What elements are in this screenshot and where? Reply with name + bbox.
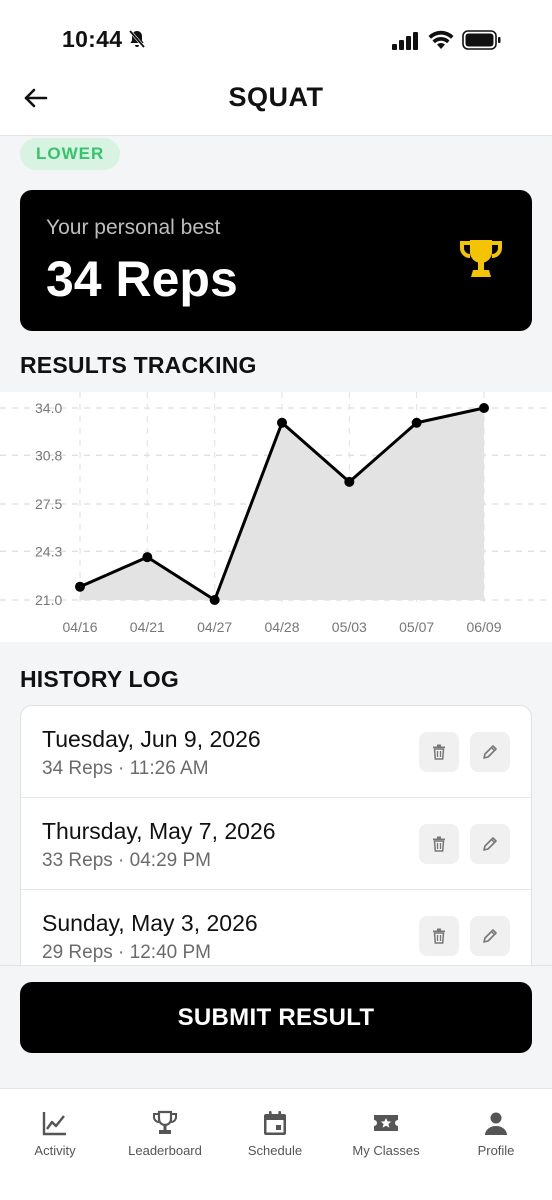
personal-best-label: Your personal best [46, 216, 221, 239]
cellular-signal-icon [392, 32, 418, 50]
tab-leaderboard[interactable]: Leaderboard [110, 1109, 220, 1169]
chart-x-tick-label: 04/16 [62, 619, 97, 635]
history-entry: Sunday, May 3, 2026 29 Reps · 12:40 PM [21, 890, 531, 965]
chart-x-tick-label: 05/03 [332, 619, 367, 635]
personal-best-value: 34 Reps [46, 251, 238, 307]
chart-y-tick-label: 30.8 [35, 447, 62, 463]
tab-label: My Classes [352, 1143, 420, 1158]
results-chart: 34.0 30.8 27.5 24.3 21.0 04/16 04/21 04/27 04/2… [0, 392, 552, 642]
person-icon [485, 1112, 507, 1135]
tab-label: Activity [34, 1143, 76, 1158]
chart-x-tick-label: 06/09 [466, 619, 501, 635]
trophy-icon [153, 1110, 177, 1134]
entry-date: Sunday, May 3, 2026 [42, 910, 258, 936]
trash-icon [433, 744, 445, 760]
page-title: SQUAT [228, 82, 324, 112]
entry-date: Tuesday, Jun 9, 2026 [42, 726, 261, 752]
tab-schedule[interactable]: Schedule [220, 1109, 330, 1169]
pencil-icon [483, 837, 497, 851]
chart-x-tick-label: 04/21 [130, 619, 165, 635]
chart-x-tick-label: 05/07 [399, 619, 434, 635]
edit-button[interactable] [470, 732, 510, 772]
wifi-icon [428, 30, 454, 49]
history-log-title: HISTORY LOG [20, 666, 179, 692]
nav-header: SQUAT [0, 72, 552, 136]
chart-area-fill [80, 408, 484, 600]
chart-y-tick-label: 34.0 [35, 400, 62, 416]
tab-label: Profile [477, 1143, 515, 1158]
tab-activity[interactable]: Activity [0, 1109, 110, 1169]
entry-meta: 34 Reps · 11:26 AM [42, 758, 209, 779]
pencil-icon [483, 745, 497, 759]
entry-meta: 29 Reps · 12:40 PM [42, 942, 211, 963]
calendar-icon [264, 1111, 286, 1135]
category-tag: LOWER [20, 138, 121, 170]
chart-x-tick-label: 04/28 [264, 619, 299, 635]
history-entry: Tuesday, Jun 9, 2026 34 Reps · 11:26 AM [21, 706, 531, 798]
chart-y-tick-label: 21.0 [35, 592, 62, 608]
chart-y-tick-label: 24.3 [35, 543, 62, 559]
trophy-icon [460, 240, 502, 277]
battery-icon [462, 30, 501, 50]
content-scroll[interactable]: LOWER Your personal best 34 Reps RESULTS… [0, 137, 552, 965]
bottom-tab-bar: Activity Leaderboard Schedule My Classes [0, 1088, 552, 1200]
personal-best-card: Your personal best 34 Reps [20, 190, 532, 331]
tab-profile[interactable]: Profile [441, 1109, 551, 1169]
submit-result-button[interactable]: SUBMIT RESULT [20, 982, 532, 1053]
chart-data-point [142, 552, 153, 563]
chart-data-point [344, 476, 355, 487]
chart-data-point [277, 417, 287, 428]
status-bar: 10:44 [0, 0, 552, 72]
chart-icon [42, 1112, 66, 1136]
chart-data-point [75, 581, 85, 592]
bell-muted-icon [128, 30, 146, 48]
chart-y-tick-label: 27.5 [35, 496, 62, 512]
history-entry: Thursday, May 7, 2026 33 Reps · 04:29 PM [21, 798, 531, 890]
chart-data-point [209, 595, 220, 605]
edit-button[interactable] [470, 916, 510, 956]
history-list: Tuesday, Jun 9, 2026 34 Reps · 11:26 AM [20, 705, 532, 965]
edit-button[interactable] [470, 824, 510, 864]
tab-my-classes[interactable]: My Classes [331, 1109, 441, 1169]
chart-x-tick-label: 04/27 [197, 619, 232, 635]
ticket-icon [374, 1115, 398, 1131]
tab-label: Leaderboard [128, 1143, 202, 1158]
status-time: 10:44 [62, 26, 123, 52]
entry-date: Thursday, May 7, 2026 [42, 818, 276, 844]
pencil-icon [483, 929, 497, 943]
chart-data-point [479, 403, 489, 413]
tab-label: Schedule [247, 1143, 303, 1158]
results-chart-svg: 34.0 30.8 27.5 24.3 21.0 04/16 04/21 04/27 04/2… [0, 392, 552, 635]
delete-button[interactable] [419, 732, 459, 772]
delete-button[interactable] [419, 824, 459, 864]
chart-data-point [411, 417, 422, 428]
delete-button[interactable] [419, 916, 459, 956]
trash-icon [433, 928, 445, 944]
trash-icon [433, 836, 445, 852]
results-tracking-title: RESULTS TRACKING [20, 352, 257, 378]
submit-area: SUBMIT RESULT [0, 965, 552, 1088]
entry-meta: 33 Reps · 04:29 PM [42, 850, 211, 871]
